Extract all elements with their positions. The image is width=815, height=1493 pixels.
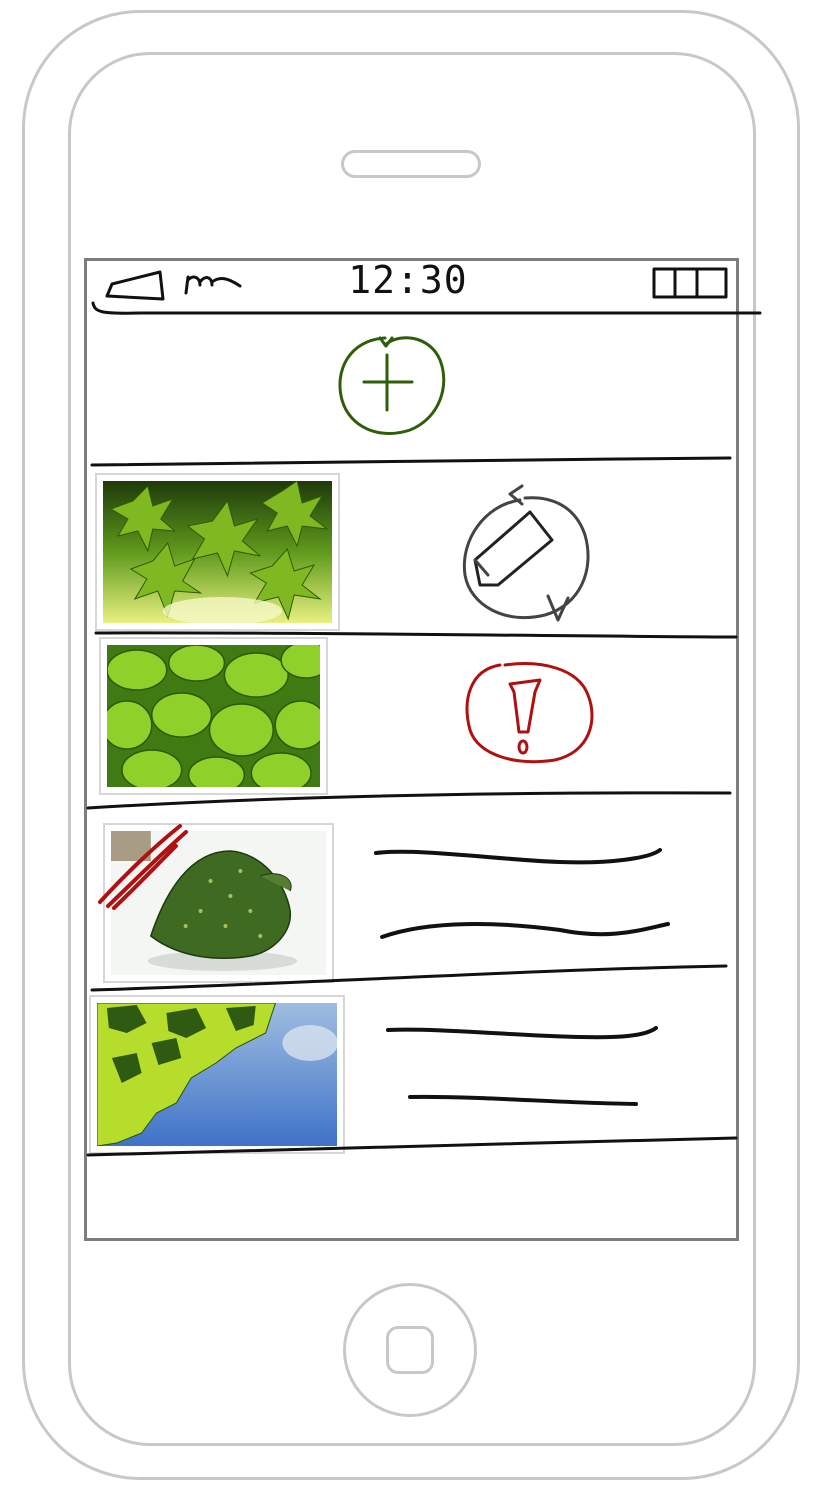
list-item-thumbnail-leaf[interactable] — [103, 823, 334, 983]
home-button-icon — [386, 1326, 434, 1374]
list-item-thumbnail-sky[interactable] — [89, 995, 345, 1154]
status-time: 12:30 — [348, 258, 468, 302]
green-leaves-photo — [107, 645, 320, 787]
list-item-thumbnail-green[interactable] — [99, 637, 328, 795]
speaker-slot — [341, 150, 481, 178]
list-item-thumbnail-maple[interactable] — [95, 473, 340, 631]
single-leaf-photo — [111, 831, 326, 975]
alert-button[interactable] — [466, 662, 594, 766]
leaves-sky-photo — [97, 1003, 337, 1146]
edit-sync-button[interactable] — [460, 482, 588, 622]
maple-leaves-photo — [103, 481, 332, 623]
add-button[interactable] — [336, 334, 448, 438]
